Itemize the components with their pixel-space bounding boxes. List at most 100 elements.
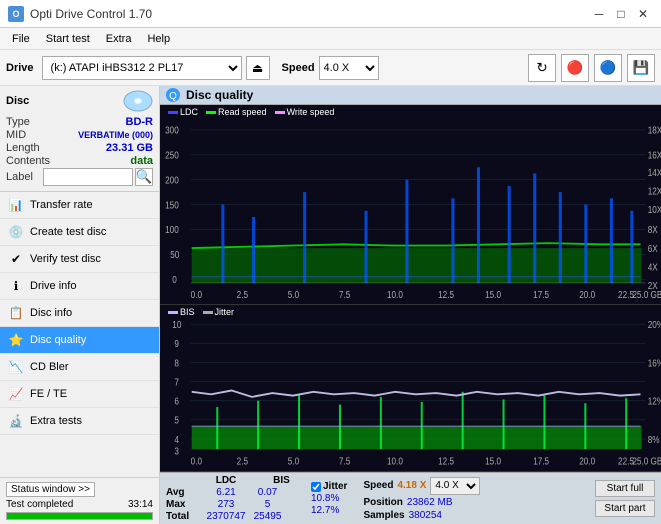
menu-help[interactable]: Help bbox=[139, 31, 178, 47]
legend-ldc: LDC bbox=[168, 107, 198, 117]
jitter-checkbox[interactable] bbox=[311, 482, 321, 492]
max-label: Max bbox=[166, 499, 202, 510]
jitter-section: Jitter 10.8% 12.7% bbox=[311, 481, 347, 516]
nav-drive-info[interactable]: ℹ Drive info bbox=[0, 273, 159, 300]
read-speed-color bbox=[206, 111, 216, 114]
speed-dropdown[interactable]: 4.0 X bbox=[430, 477, 480, 495]
svg-text:0: 0 bbox=[172, 274, 177, 285]
toolbar-btn-2[interactable]: 🔴 bbox=[561, 54, 589, 82]
status-window-button[interactable]: Status window >> bbox=[6, 482, 95, 497]
nav-fe-te-label: FE / TE bbox=[30, 388, 67, 400]
nav-disc-info[interactable]: 📋 Disc info bbox=[0, 300, 159, 327]
drive-select[interactable]: (k:) ATAPI iHBS312 2 PL17 bbox=[42, 56, 242, 80]
svg-text:12.5: 12.5 bbox=[438, 456, 454, 467]
svg-text:4X: 4X bbox=[648, 262, 658, 273]
titlebar-controls: ─ □ ✕ bbox=[589, 4, 653, 24]
maximize-button[interactable]: □ bbox=[611, 4, 631, 24]
app-icon: O bbox=[8, 6, 24, 22]
avg-ldc: 6.21 bbox=[206, 487, 246, 498]
stats-headers: LDC BIS Avg 6.21 0.07 Max 273 5 Total bbox=[166, 475, 299, 522]
minimize-button[interactable]: ─ bbox=[589, 4, 609, 24]
create-test-disc-icon: 💿 bbox=[8, 224, 24, 240]
start-part-button[interactable]: Start part bbox=[595, 500, 655, 517]
total-ldc: 2370747 bbox=[206, 511, 246, 522]
legend-ldc-label: LDC bbox=[180, 107, 198, 117]
toolbar-btn-4[interactable]: 💾 bbox=[627, 54, 655, 82]
svg-text:3: 3 bbox=[174, 446, 179, 457]
nav-items: 📊 Transfer rate 💿 Create test disc ✔ Ver… bbox=[0, 192, 159, 477]
svg-text:12.5: 12.5 bbox=[438, 289, 454, 300]
svg-text:0.0: 0.0 bbox=[191, 456, 202, 467]
disc-length-row: Length 23.31 GB bbox=[6, 142, 153, 154]
disc-type-value: BD-R bbox=[126, 116, 154, 128]
progress-bar-fill bbox=[7, 513, 152, 519]
jitter-color bbox=[203, 311, 213, 314]
start-full-button[interactable]: Start full bbox=[595, 480, 655, 497]
svg-text:300: 300 bbox=[165, 125, 179, 136]
samples-label: Samples bbox=[363, 510, 404, 521]
svg-text:14X: 14X bbox=[648, 167, 661, 178]
total-bis: 25495 bbox=[250, 511, 285, 522]
svg-text:8: 8 bbox=[174, 358, 179, 369]
eject-button[interactable]: ⏏ bbox=[246, 56, 270, 80]
toolbar-btn-1[interactable]: ↻ bbox=[528, 54, 556, 82]
content-header: Q Disc quality bbox=[160, 86, 661, 105]
nav-transfer-rate[interactable]: 📊 Transfer rate bbox=[0, 192, 159, 219]
disc-panel: Disc Type BD-R MID VERBATIMe (000) Lengt… bbox=[0, 86, 159, 192]
legend-read-speed-label: Read speed bbox=[218, 107, 267, 117]
svg-text:17.5: 17.5 bbox=[533, 289, 549, 300]
content-title: Disc quality bbox=[186, 88, 253, 102]
disc-type-row: Type BD-R bbox=[6, 116, 153, 128]
svg-text:50: 50 bbox=[170, 249, 179, 260]
svg-text:9: 9 bbox=[174, 338, 179, 349]
nav-verify-test-disc[interactable]: ✔ Verify test disc bbox=[0, 246, 159, 273]
speed-label: Speed bbox=[363, 480, 393, 491]
disc-label-label: Label bbox=[6, 171, 33, 183]
svg-text:2.5: 2.5 bbox=[237, 456, 248, 467]
menu-start-test[interactable]: Start test bbox=[38, 31, 98, 47]
sidebar: Disc Type BD-R MID VERBATIMe (000) Lengt… bbox=[0, 86, 160, 524]
close-button[interactable]: ✕ bbox=[633, 4, 653, 24]
drive-info-icon: ℹ bbox=[8, 278, 24, 294]
svg-text:10.0: 10.0 bbox=[387, 289, 403, 300]
nav-cd-bler[interactable]: 📉 CD Bler bbox=[0, 354, 159, 381]
disc-length-value: 23.31 GB bbox=[106, 142, 153, 154]
nav-extra-tests[interactable]: 🔬 Extra tests bbox=[0, 408, 159, 435]
svg-text:Q: Q bbox=[169, 91, 177, 102]
verify-test-disc-icon: ✔ bbox=[8, 251, 24, 267]
label-search-button[interactable]: 🔍 bbox=[135, 168, 153, 186]
svg-text:15.0: 15.0 bbox=[485, 289, 501, 300]
nav-disc-quality[interactable]: ⭐ Disc quality bbox=[0, 327, 159, 354]
total-row: Total 2370747 25495 bbox=[166, 511, 299, 522]
legend-write-speed-label: Write speed bbox=[287, 107, 335, 117]
svg-text:5: 5 bbox=[174, 415, 179, 426]
disc-contents-value: data bbox=[130, 155, 153, 167]
position-label: Position bbox=[363, 497, 402, 508]
position-value: 23862 MB bbox=[407, 497, 453, 508]
nav-transfer-rate-label: Transfer rate bbox=[30, 199, 93, 211]
bis-color bbox=[168, 311, 178, 314]
svg-text:6: 6 bbox=[174, 396, 179, 407]
disc-mid-value: VERBATIMe (000) bbox=[78, 130, 153, 140]
disc-title: Disc bbox=[6, 95, 29, 107]
svg-text:150: 150 bbox=[165, 200, 179, 211]
top-chart-legend: LDC Read speed Write speed bbox=[168, 107, 334, 117]
menu-file[interactable]: File bbox=[4, 31, 38, 47]
disc-icon bbox=[123, 90, 153, 112]
menu-extra[interactable]: Extra bbox=[98, 31, 140, 47]
toolbar-right: ↻ 🔴 🔵 💾 bbox=[526, 54, 655, 82]
svg-text:7.5: 7.5 bbox=[339, 456, 350, 467]
svg-text:5.0: 5.0 bbox=[288, 456, 299, 467]
speed-select[interactable]: 4.0 X bbox=[319, 56, 379, 80]
nav-fe-te[interactable]: 📈 FE / TE bbox=[0, 381, 159, 408]
nav-create-test-disc[interactable]: 💿 Create test disc bbox=[0, 219, 159, 246]
label-input[interactable] bbox=[43, 168, 133, 186]
status-time: 33:14 bbox=[128, 499, 153, 510]
legend-read-speed: Read speed bbox=[206, 107, 267, 117]
transfer-rate-icon: 📊 bbox=[8, 197, 24, 213]
titlebar: O Opti Drive Control 1.70 ─ □ ✕ bbox=[0, 0, 661, 28]
svg-text:5.0: 5.0 bbox=[288, 289, 299, 300]
stats-bar: LDC BIS Avg 6.21 0.07 Max 273 5 Total bbox=[160, 472, 661, 524]
toolbar-btn-3[interactable]: 🔵 bbox=[594, 54, 622, 82]
fe-te-icon: 📈 bbox=[8, 386, 24, 402]
